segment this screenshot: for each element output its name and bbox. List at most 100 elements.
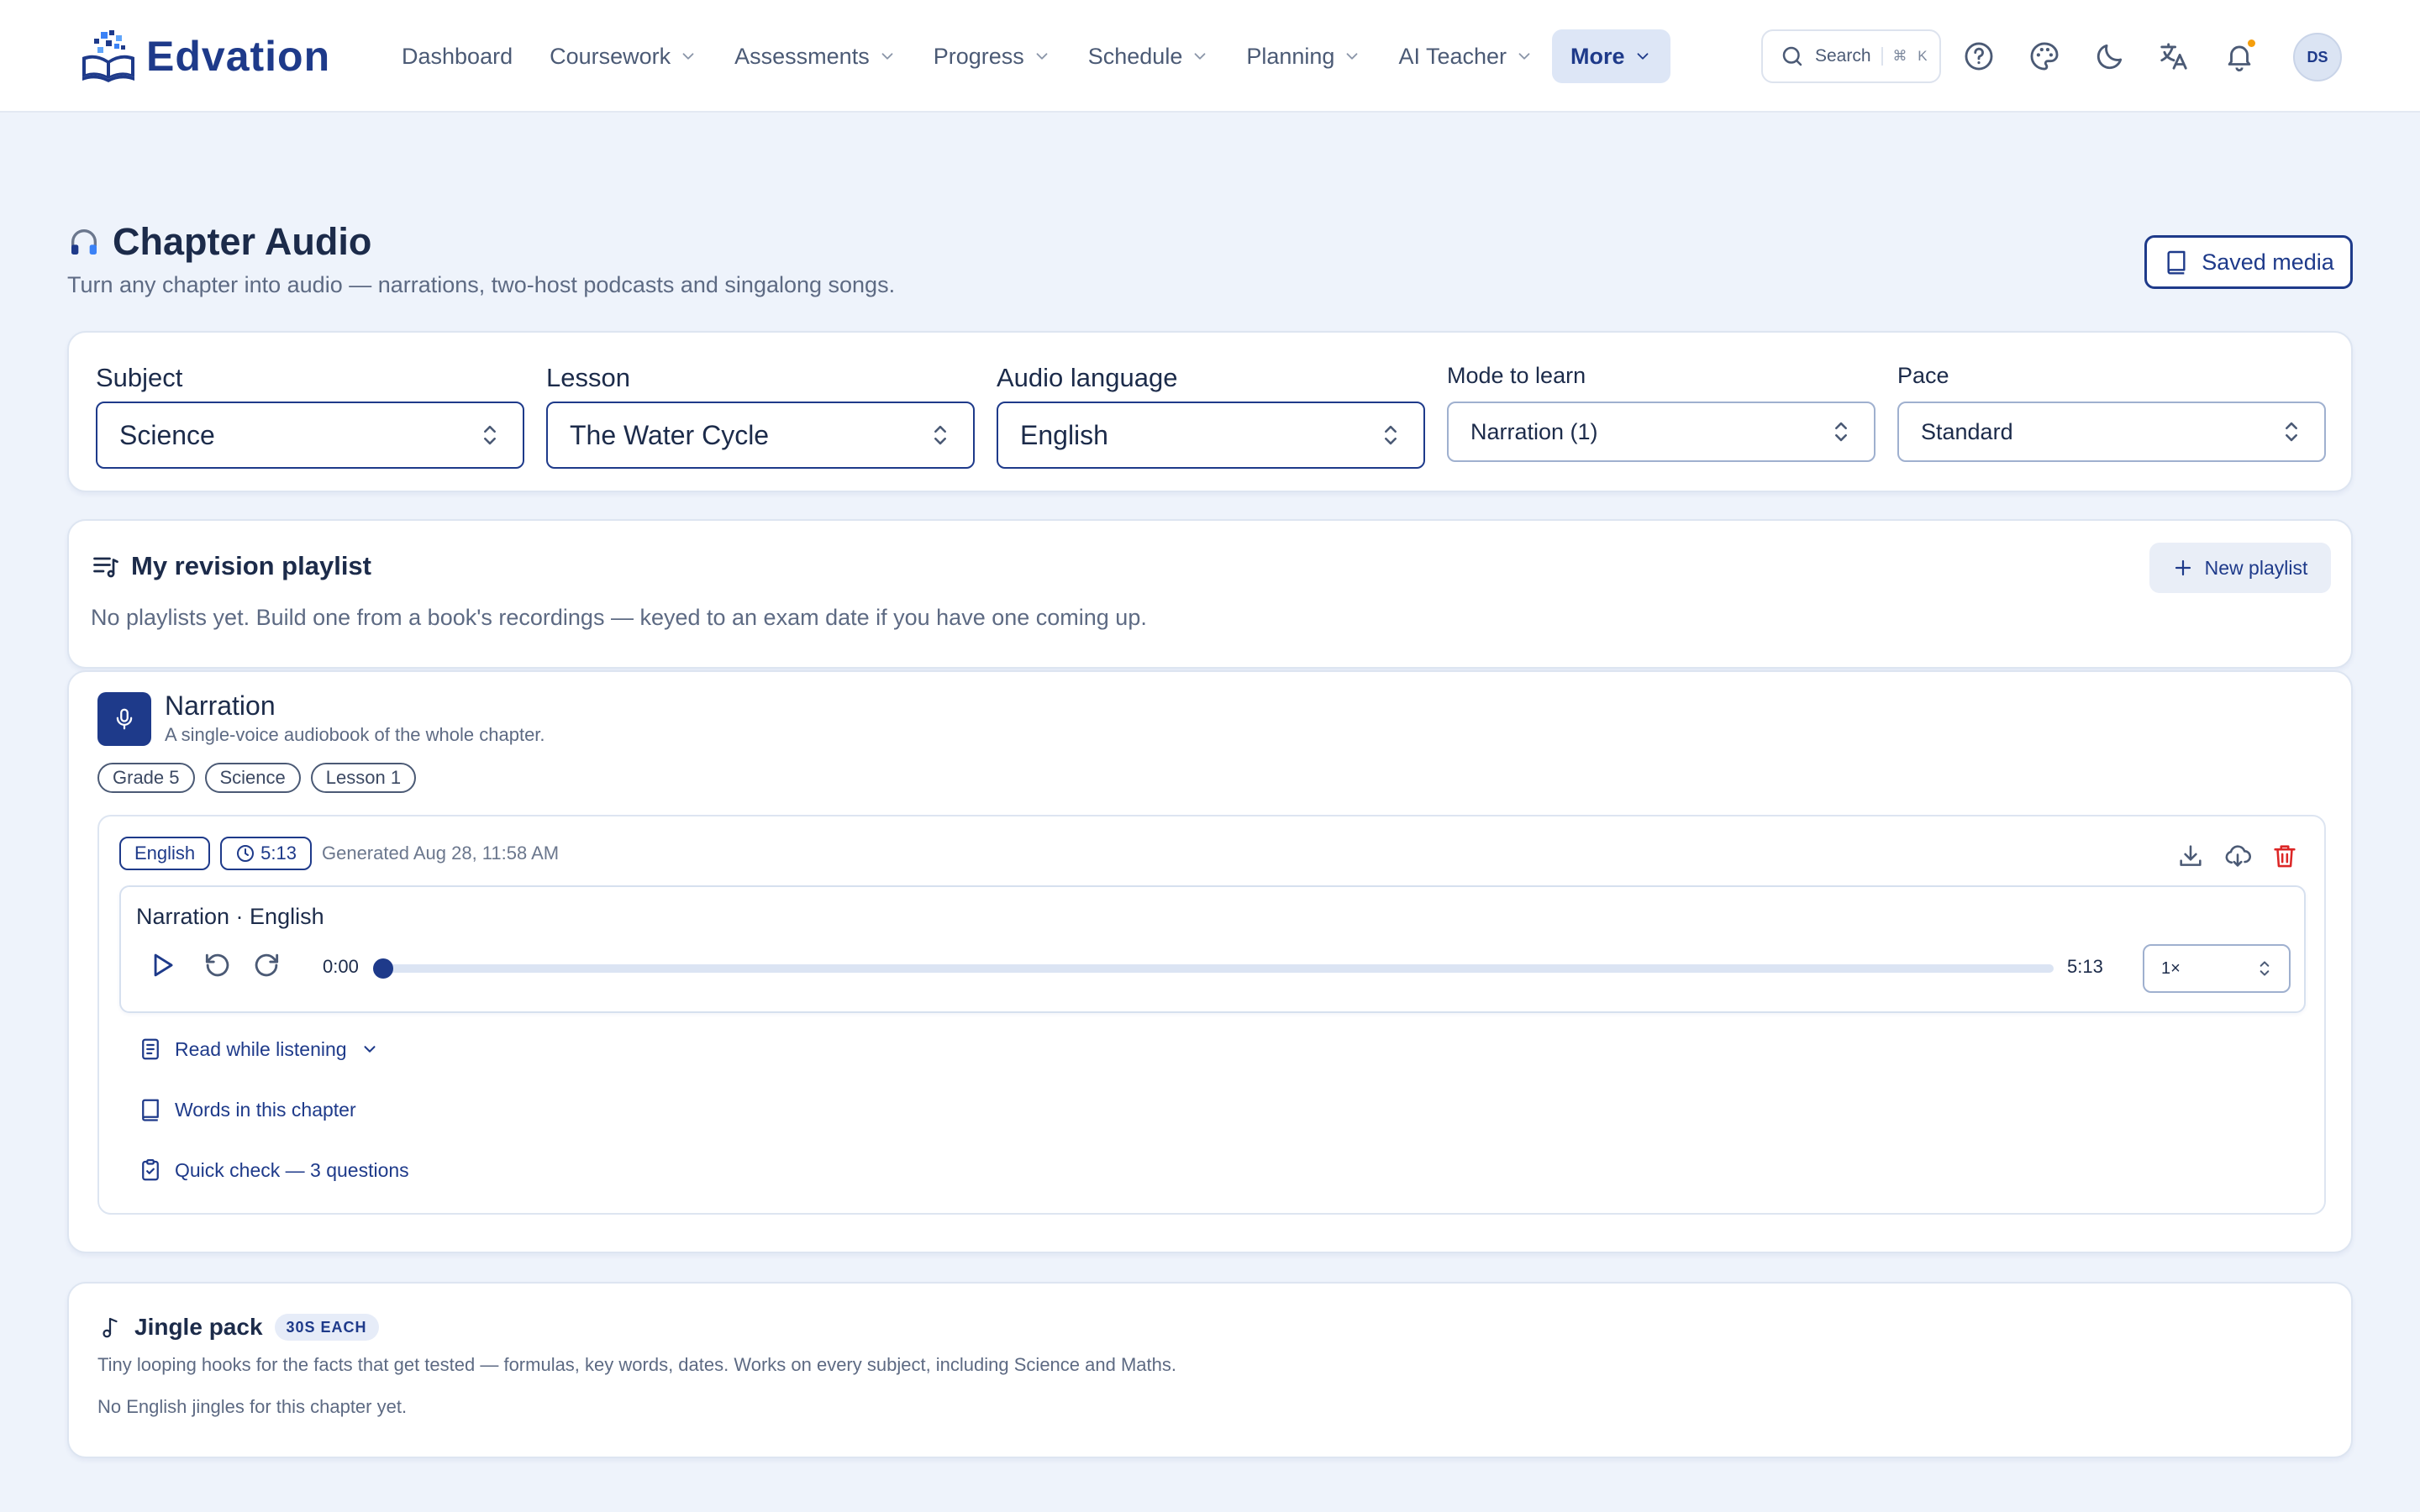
palette-icon[interactable]: [2028, 40, 2060, 72]
book-icon: [2167, 250, 2186, 275]
nav-label: AI Teacher: [1398, 43, 1507, 69]
nav-progress[interactable]: Progress: [915, 29, 1070, 83]
narration-title: Narration: [165, 690, 276, 721]
chevron-up-down-icon: [1385, 425, 1397, 445]
chevron-down-icon: [364, 1046, 376, 1053]
mode-select[interactable]: Narration (1): [1447, 402, 1876, 462]
pace-field: Pace Standard: [1897, 363, 2326, 462]
subject-select[interactable]: Science: [96, 402, 524, 469]
bell-icon[interactable]: [2223, 39, 2255, 72]
playback-speed-select[interactable]: 1×: [2143, 944, 2291, 993]
narration-tags: Grade 5 Science Lesson 1: [97, 763, 426, 793]
nav-assessments[interactable]: Assessments: [716, 29, 915, 83]
chevron-up-down-icon: [2260, 961, 2270, 976]
lesson-label: Lesson: [546, 363, 630, 392]
new-playlist-label: New playlist: [2204, 556, 2308, 579]
avatar[interactable]: DS: [2293, 33, 2342, 81]
playlist-icon: [93, 557, 118, 578]
narration-badge: [97, 692, 151, 746]
brand-logo[interactable]: Edvation: [77, 29, 330, 84]
nav-label: Planning: [1246, 43, 1335, 69]
recording-actions: [2158, 842, 2299, 870]
language-label: Audio language: [997, 363, 1178, 392]
recording-card: English 5:13 Generated Aug 28, 11:58 AM …: [97, 815, 2326, 1215]
nav-planning[interactable]: Planning: [1228, 29, 1380, 83]
duration-text: 5:13: [260, 843, 297, 864]
read-link-label: Read while listening: [175, 1037, 347, 1060]
chevron-down-icon: [1518, 53, 1530, 60]
jingle-heading: Jingle pack 30S EACH: [97, 1314, 379, 1341]
subject-label: Subject: [96, 363, 183, 392]
words-in-chapter-link[interactable]: Words in this chapter: [138, 1097, 356, 1122]
saved-media-button[interactable]: Saved media: [2144, 235, 2353, 289]
nav-coursework[interactable]: Coursework: [531, 29, 716, 83]
nav-schedule[interactable]: Schedule: [1070, 29, 1228, 83]
progress-knob[interactable]: [373, 958, 393, 979]
language-select[interactable]: English: [997, 402, 1425, 469]
page-heading: Chapter Audio: [67, 220, 371, 264]
subject-value: Science: [119, 419, 215, 450]
cloud-download-icon[interactable]: [2223, 842, 2252, 870]
microphone-icon: [116, 708, 133, 730]
main-nav: Dashboard Coursework Assessments Progres…: [383, 0, 1670, 113]
player-title: Narration · English: [136, 904, 324, 929]
forward-icon[interactable]: [250, 949, 282, 981]
brand-name: Edvation: [146, 33, 331, 80]
read-while-listening-toggle[interactable]: Read while listening: [138, 1037, 379, 1062]
chevron-up-down-icon: [1835, 422, 1847, 442]
chevron-down-icon: [1194, 53, 1206, 60]
speed-value: 1×: [2161, 958, 2181, 978]
mode-value: Narration (1): [1470, 418, 1598, 444]
search-button[interactable]: Search ⌘ K: [1761, 29, 1941, 83]
help-icon[interactable]: [1963, 40, 1995, 72]
current-time: 0:00: [323, 956, 359, 977]
mode-field: Mode to learn Narration (1): [1447, 363, 1876, 462]
quick-check-label: Quick check — 3 questions: [175, 1158, 409, 1181]
audio-player: Narration · English 0:00 5:13 1×: [119, 885, 2306, 1013]
progress-track[interactable]: [373, 958, 2054, 979]
total-time: 5:13: [2067, 956, 2103, 977]
jingle-pack-card: Jingle pack 30S EACH Tiny looping hooks …: [67, 1282, 2353, 1458]
page-title: Chapter Audio: [113, 220, 372, 263]
clipboard-check-icon: [142, 1159, 159, 1181]
chevron-down-icon: [1036, 53, 1048, 60]
chevron-up-down-icon: [2286, 422, 2297, 442]
nav-ai-teacher[interactable]: AI Teacher: [1380, 29, 1552, 83]
tag-grade: Grade 5: [97, 763, 195, 793]
narration-card: Narration A single-voice audiobook of th…: [67, 670, 2353, 1253]
download-icon[interactable]: [2176, 842, 2205, 870]
subject-field: Subject Science: [96, 363, 524, 469]
music-note-icon: [103, 1317, 118, 1338]
rewind-icon[interactable]: [202, 949, 234, 981]
nav-label: Assessments: [734, 43, 870, 69]
moon-icon[interactable]: [2094, 40, 2126, 72]
top-navigation-bar: Edvation Dashboard Coursework Assessment…: [0, 0, 2420, 113]
generated-timestamp: Generated Aug 28, 11:58 AM: [321, 843, 560, 864]
book-logo-icon: [82, 30, 134, 82]
chevron-down-icon: [682, 53, 694, 60]
lesson-field: Lesson The Water Cycle: [546, 363, 975, 469]
narration-subtitle: A single-voice audiobook of the whole ch…: [165, 724, 545, 745]
book-icon: [142, 1099, 159, 1121]
lesson-value: The Water Cycle: [570, 419, 770, 450]
pace-label: Pace: [1897, 363, 1949, 388]
lesson-select[interactable]: The Water Cycle: [546, 402, 975, 469]
pace-select[interactable]: Standard: [1897, 402, 2326, 462]
words-link-label: Words in this chapter: [175, 1098, 356, 1121]
chevron-up-down-icon: [934, 425, 946, 445]
trash-icon[interactable]: [2270, 842, 2299, 870]
quick-check-link[interactable]: Quick check — 3 questions: [138, 1158, 409, 1183]
document-icon: [142, 1038, 159, 1060]
chevron-up-down-icon: [484, 425, 496, 445]
chevron-down-icon: [1347, 53, 1358, 60]
play-icon[interactable]: [146, 949, 178, 981]
mode-label: Mode to learn: [1447, 363, 1586, 388]
revision-playlist-card: My revision playlist No playlists yet. B…: [67, 519, 2353, 669]
playlist-title: My revision playlist: [131, 551, 371, 580]
nav-dashboard[interactable]: Dashboard: [383, 29, 531, 83]
new-playlist-button[interactable]: New playlist: [2149, 543, 2331, 593]
nav-more[interactable]: More: [1552, 29, 1670, 83]
tag-subject: Science: [204, 763, 301, 793]
recording-duration-chip: 5:13: [220, 837, 312, 870]
translate-icon[interactable]: [2158, 40, 2190, 72]
